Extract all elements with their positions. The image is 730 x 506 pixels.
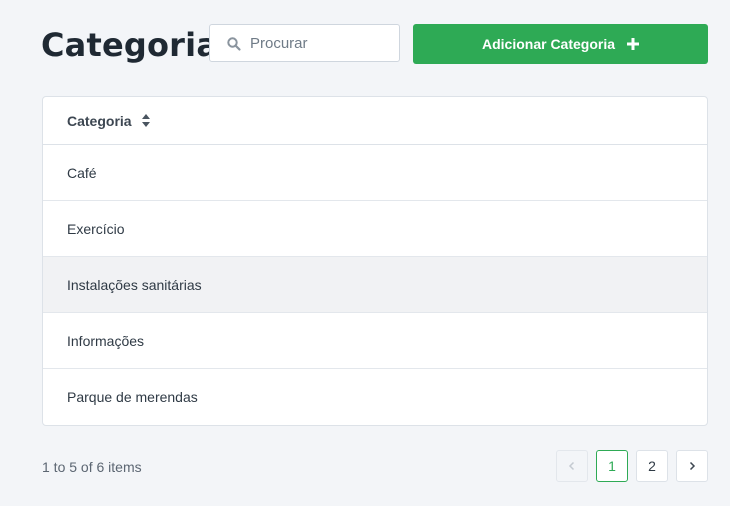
- sort-icon[interactable]: [141, 114, 150, 127]
- search-input[interactable]: [250, 25, 395, 61]
- column-header-label: Categoria: [67, 112, 132, 129]
- table-row[interactable]: Café: [43, 145, 707, 201]
- table-row[interactable]: Parque de merendas: [43, 369, 707, 425]
- row-label: Instalações sanitárias: [67, 276, 202, 293]
- column-header-category[interactable]: Categoria: [67, 113, 150, 129]
- table-row[interactable]: Exercício: [43, 201, 707, 257]
- row-label: Informações: [67, 332, 145, 349]
- search-icon: [227, 37, 241, 51]
- chevron-right-icon: [689, 461, 696, 471]
- row-label: Café: [67, 164, 97, 181]
- row-label: Parque de merendas: [67, 389, 198, 405]
- page-title: Categorias: [41, 26, 238, 64]
- items-summary: 1 to 5 of 6 items: [42, 459, 142, 475]
- table-row[interactable]: Informações: [43, 313, 707, 369]
- next-page-button[interactable]: [676, 450, 708, 482]
- prev-page-button[interactable]: [556, 450, 588, 482]
- page-button-1[interactable]: 1: [596, 450, 628, 482]
- add-category-label: Adicionar Categoria: [481, 36, 616, 52]
- plus-icon: [627, 38, 640, 50]
- search-box[interactable]: [209, 24, 400, 62]
- page-button-2[interactable]: 2: [636, 450, 668, 482]
- row-label: Exercício: [67, 220, 125, 237]
- chevron-left-icon: [568, 461, 575, 471]
- categories-table: Categoria Café Exercício Instalações san…: [42, 96, 708, 426]
- table-header: Categoria: [43, 97, 707, 145]
- table-row[interactable]: Instalações sanitárias: [43, 257, 707, 313]
- add-category-button[interactable]: Adicionar Categoria: [413, 24, 708, 64]
